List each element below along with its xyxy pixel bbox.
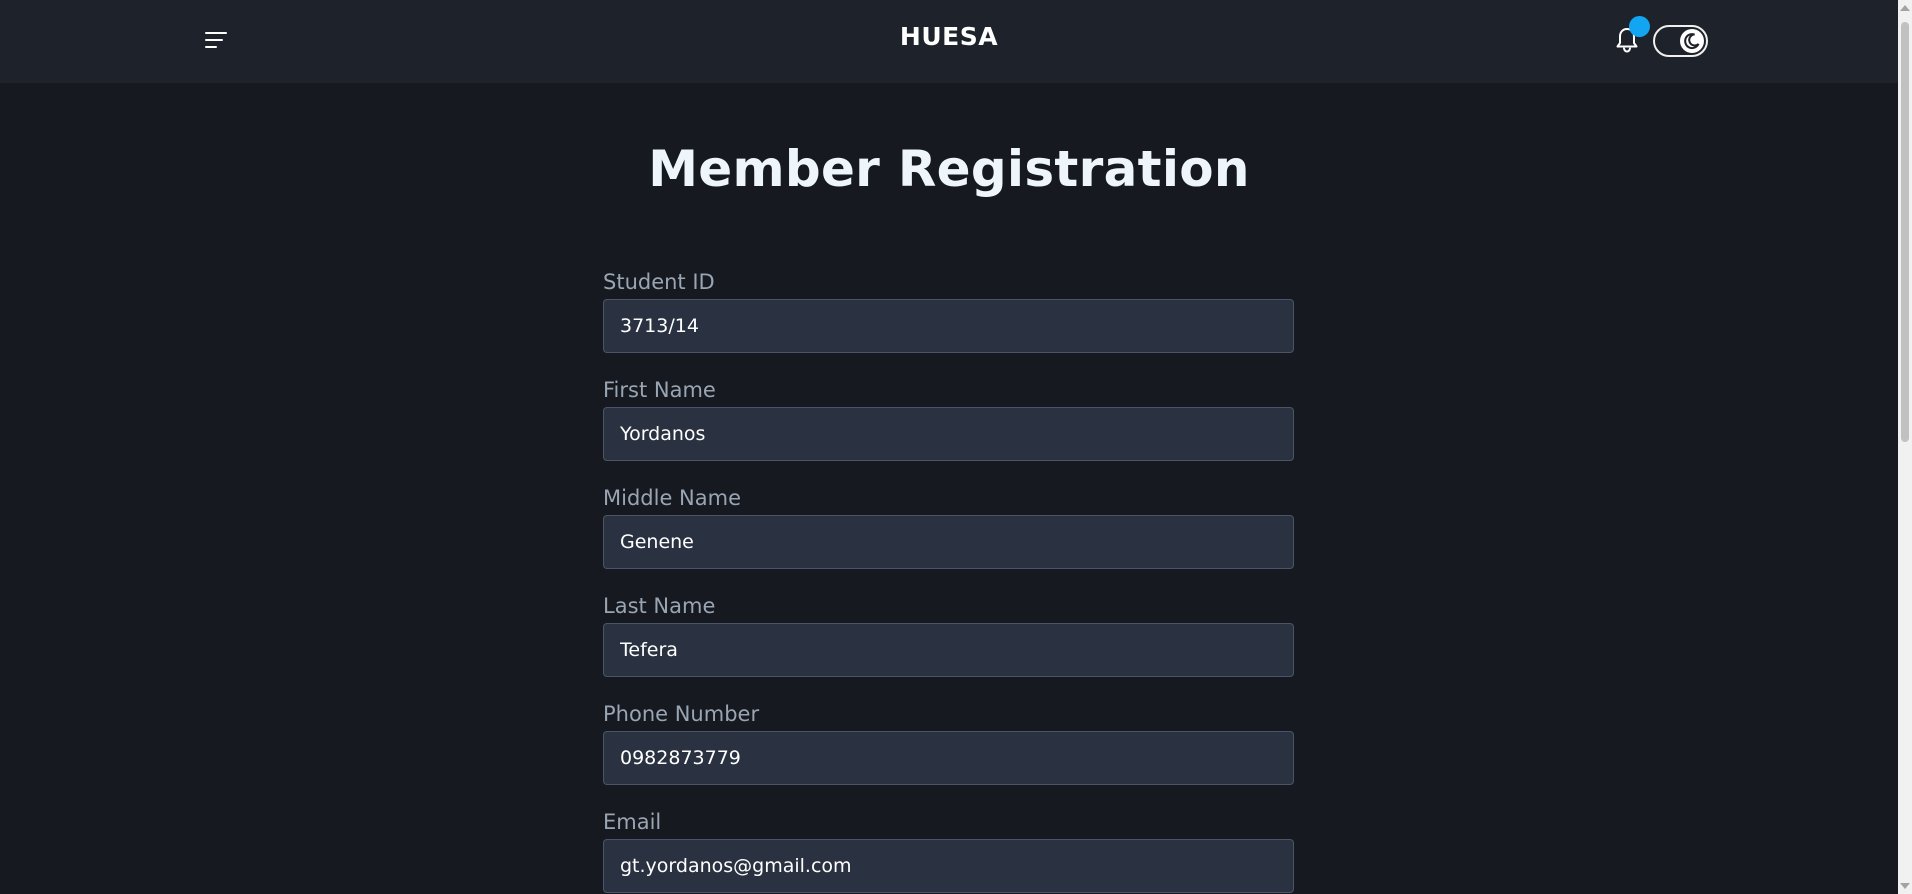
middle-name-field-group: Middle Name — [603, 484, 1294, 592]
scroll-down-arrow-icon[interactable] — [1900, 883, 1910, 889]
page: HUESA Member Registration Student ID Fir… — [0, 0, 1912, 894]
scroll-thumb[interactable] — [1901, 22, 1909, 442]
middle-name-input[interactable] — [603, 515, 1294, 569]
last-name-input[interactable] — [603, 623, 1294, 677]
first-name-input[interactable] — [603, 407, 1294, 461]
first-name-field-group: First Name — [603, 376, 1294, 484]
first-name-label: First Name — [603, 378, 716, 402]
email-input[interactable] — [603, 839, 1294, 893]
top-navbar: HUESA — [0, 0, 1898, 83]
middle-name-label: Middle Name — [603, 486, 741, 510]
page-title: Member Registration — [648, 140, 1250, 198]
vertical-scrollbar[interactable] — [1898, 0, 1912, 894]
theme-toggle[interactable] — [1653, 25, 1708, 57]
student-id-label: Student ID — [603, 270, 715, 294]
moon-icon — [1680, 29, 1704, 53]
phone-number-field-group: Phone Number — [603, 700, 1294, 808]
phone-number-label: Phone Number — [603, 702, 760, 726]
email-label: Email — [603, 810, 662, 834]
last-name-field-group: Last Name — [603, 592, 1294, 700]
notification-badge — [1629, 16, 1650, 37]
phone-number-input[interactable] — [603, 731, 1294, 785]
registration-form: Student ID First Name Middle Name Last N… — [603, 268, 1294, 894]
student-id-input[interactable] — [603, 299, 1294, 353]
scroll-up-arrow-icon[interactable] — [1900, 5, 1910, 11]
last-name-label: Last Name — [603, 594, 716, 618]
email-field-group: Email — [603, 808, 1294, 894]
student-id-field-group: Student ID — [603, 268, 1294, 376]
